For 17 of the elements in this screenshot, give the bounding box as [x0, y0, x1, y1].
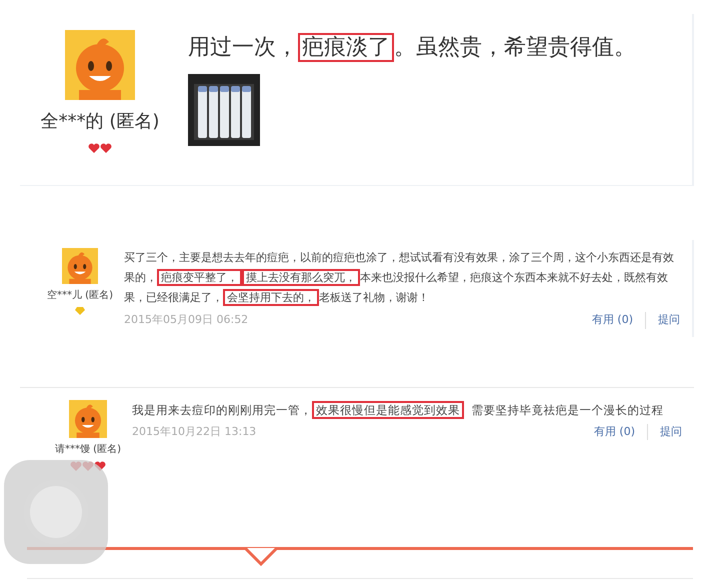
user-name: 全***的 (匿名): [40, 110, 160, 134]
avatar-icon: [65, 30, 135, 100]
assistive-touch-button[interactable]: [4, 460, 108, 564]
review-date: 2015年10月22日 13:13: [132, 424, 256, 440]
avatar-icon: [69, 400, 107, 438]
ask-link[interactable]: 提问: [646, 312, 680, 328]
review-text: 我是用来去痘印的刚刚用完一管， 效果很慢但是能感觉到效果 需要坚持毕竟祛疤是一个漫长的过程: [132, 400, 664, 420]
review-text: 买了三个，主要是想去去年的痘疤，以前的痘疤也涂了，想试试看有没有效果，涂了三个周，这个小东西还是有效果的， 疤痕变平整了， 摸上去没有那么突兀， 本来也没报什么希望，疤痕这个东西本来就不好去处，既然有效果，已经很满足了， 会坚持用下去的， 老板送了礼物，谢谢！: [124, 250, 675, 308]
ask-link[interactable]: 提问: [648, 424, 682, 440]
user-name: 空***儿 (匿名): [47, 288, 113, 303]
useful-button[interactable]: 有用 (0): [592, 312, 646, 328]
review-text: 用过一次， 疤痕淡了 。虽然贵，希望贵得值。: [188, 32, 637, 64]
useful-button[interactable]: 有用 (0): [594, 424, 648, 440]
caret-down-icon: [243, 547, 279, 567]
avatar-icon: [62, 248, 98, 284]
user-name: 请***馒 (匿名): [55, 442, 121, 456]
review-date: 2015年05月09日 06:52: [124, 312, 248, 328]
